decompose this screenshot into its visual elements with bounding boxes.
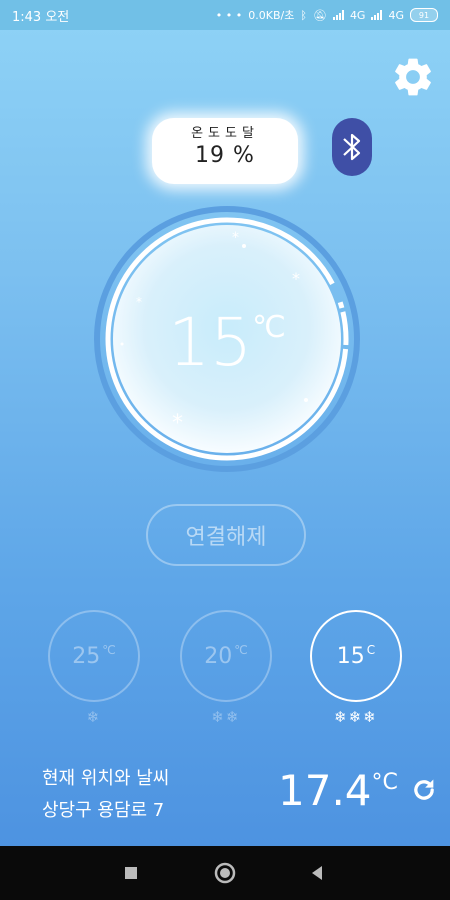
recents-square-icon[interactable] [118, 860, 144, 886]
preset-20-button[interactable]: 20 ℃ [180, 610, 272, 702]
disconnect-button[interactable]: 연결해제 [146, 504, 306, 566]
svg-text:*: * [232, 230, 239, 246]
temperature-dial[interactable]: * * * * 15℃ [92, 204, 362, 474]
signal-icon [332, 10, 344, 20]
bluetooth-button[interactable] [332, 118, 372, 176]
svg-text:*: * [172, 411, 183, 436]
preset-snowflake-icon: ❄❄❄ [334, 708, 378, 726]
preset-25-button[interactable]: 25 ℃ [48, 610, 140, 702]
preset-temp: 15 [336, 643, 365, 669]
network-speed: 0.0KB/초 [248, 9, 295, 22]
gear-icon[interactable] [390, 54, 436, 100]
network-type-2: 4G [388, 8, 404, 22]
arrival-label: 온도도달 [191, 126, 259, 141]
back-triangle-icon[interactable] [304, 860, 330, 886]
arrival-badge: 온도도달 19 % [152, 118, 298, 184]
outside-temp-value: 17.4 [278, 766, 372, 815]
preset-unit: ℃ [234, 643, 248, 657]
bluetooth-icon [343, 133, 361, 161]
network-type-1: 4G [349, 8, 366, 22]
status-bar: 1:43 오전 • • • 0.0KB/초 ᛒ 🔕︎ 4G 4G 91 [0, 0, 450, 30]
weather-address: 상당구 용담로 7 [42, 800, 165, 821]
alarm-off-icon: 🔕︎ [312, 8, 327, 22]
notification-dots-icon: • • • [215, 8, 243, 22]
preset-15-button[interactable]: 15 C [310, 610, 402, 702]
arrival-percent: 19 % [195, 143, 255, 168]
dial-readout: 15℃ [92, 304, 362, 381]
dial-temperature: 15 [168, 304, 253, 381]
outside-temp-unit: °C [371, 770, 398, 795]
preset-temp: 20 [204, 643, 233, 669]
app-screen: 1:43 오전 • • • 0.0KB/초 ᛒ 🔕︎ 4G 4G 91 온도도달… [0, 0, 450, 900]
weather-label: 현재 위치와 날씨 [42, 768, 170, 789]
battery-icon: 91 [410, 8, 438, 22]
status-time: 1:43 오전 [12, 9, 70, 25]
dial-unit: ℃ [252, 310, 286, 345]
preset-snowflake-icon: ❄❄ [211, 708, 241, 726]
refresh-icon[interactable] [410, 776, 438, 804]
signal-icon-2 [371, 10, 383, 20]
preset-unit: C [366, 643, 376, 657]
svg-text:*: * [292, 269, 300, 288]
preset-snowflake-icon: ❄ [86, 708, 102, 726]
preset-unit: ℃ [102, 643, 116, 657]
preset-temp: 25 [72, 643, 101, 669]
outside-temperature: 17.4°C [278, 766, 398, 815]
home-circle-icon[interactable] [212, 860, 238, 886]
bluetooth-status-icon: ᛒ [300, 8, 307, 22]
system-nav-bar [0, 846, 450, 900]
